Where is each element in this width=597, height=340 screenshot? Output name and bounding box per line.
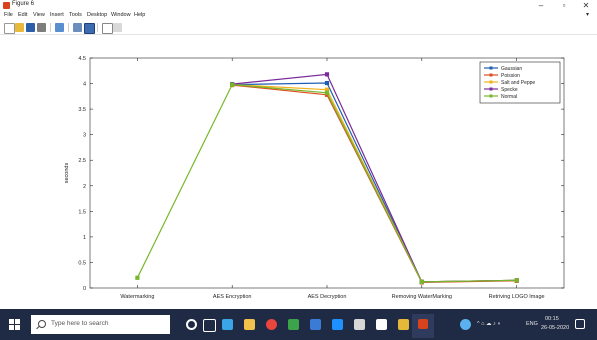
y-tick-label: 1 <box>83 235 86 241</box>
x-tick-label: Removing WaterMarking <box>392 294 452 300</box>
taskbar-search[interactable]: Type here to search <box>31 315 170 334</box>
chrome-icon[interactable] <box>266 319 277 330</box>
data-point <box>324 72 330 77</box>
file-explorer-icon[interactable] <box>244 319 255 330</box>
data-point <box>230 82 235 87</box>
legend-marker <box>489 87 493 91</box>
cortana-icon[interactable] <box>186 319 197 330</box>
window-titlebar: Figure 6 – ▫ ✕ <box>0 0 597 11</box>
matlab-figure-icon <box>3 2 10 9</box>
figure-toolbar <box>0 21 597 35</box>
data-point <box>324 90 330 95</box>
line-chart: 0 0.5 1 1.5 2 2.5 3 3.5 4 4.5 Watermarking AES Encr… <box>64 56 565 300</box>
y-tick-label: 2.5 <box>78 158 86 164</box>
search-placeholder: Type here to search <box>51 320 109 327</box>
y-axis-label: seconds <box>64 163 70 184</box>
matlab-icon <box>418 319 428 329</box>
open-folder-icon[interactable] <box>15 23 24 32</box>
close-button[interactable]: ✕ <box>577 0 595 11</box>
y-tick-label: 3.5 <box>78 107 86 113</box>
legend-label: Gaussian <box>501 66 522 72</box>
y-tick-label: 1.5 <box>78 209 86 215</box>
menu-help[interactable]: Help <box>134 12 145 18</box>
app-icon-1[interactable] <box>222 319 233 330</box>
app-icon-4[interactable] <box>332 319 343 330</box>
figure-canvas: 0 0.5 1 1.5 2 2.5 3 3.5 4 4.5 Watermarking AES Encr… <box>0 35 597 308</box>
legend-marker <box>489 80 493 84</box>
print-icon[interactable] <box>37 23 46 32</box>
y-tick-label: 4 <box>83 82 86 88</box>
menu-edit[interactable]: Edit <box>18 12 27 18</box>
y-tick-label: 4.5 <box>78 56 86 62</box>
pointer-icon[interactable] <box>102 23 113 34</box>
notification-icon[interactable] <box>575 319 585 329</box>
app-icon-2[interactable] <box>288 319 299 330</box>
menu-window[interactable]: Window <box>111 12 131 18</box>
toolbar-divider <box>68 23 69 32</box>
search-icon <box>38 320 46 328</box>
tray-icons[interactable]: ^ ⌂ ☁ ♪ ◖ <box>477 321 501 327</box>
save-icon[interactable] <box>26 23 35 32</box>
colorbar-icon[interactable] <box>73 23 82 32</box>
menu-tools[interactable]: Tools <box>69 12 82 18</box>
menu-file[interactable]: File <box>4 12 13 18</box>
menu-insert[interactable]: Insert <box>50 12 64 18</box>
data-point <box>419 279 424 284</box>
chevron-down-icon[interactable]: ▾ <box>586 11 589 18</box>
toolbar-divider <box>50 23 51 32</box>
y-tick-label: 3 <box>83 133 86 139</box>
link-plot-icon[interactable] <box>55 23 64 32</box>
weather-icon[interactable] <box>460 319 471 330</box>
app-icon-5[interactable] <box>376 319 387 330</box>
legend-label: Poission <box>501 73 520 79</box>
legend-marker <box>489 66 493 70</box>
app-icon-3[interactable] <box>310 319 321 330</box>
calculator-icon[interactable] <box>354 319 365 330</box>
menu-bar: File Edit View Insert Tools Desktop Wind… <box>0 11 597 21</box>
legend-label: Specke <box>501 87 518 93</box>
menu-desktop[interactable]: Desktop <box>87 12 107 18</box>
y-tick-label: 0 <box>83 286 86 292</box>
x-tick-label: Watermarking <box>120 294 154 300</box>
maximize-button[interactable]: ▫ <box>555 0 573 11</box>
legend-label: Salt and Peppe <box>501 80 535 86</box>
menu-view[interactable]: View <box>33 12 45 18</box>
y-tick-label: 0.5 <box>78 260 86 266</box>
legend-marker <box>489 73 493 77</box>
matlab-taskbar-button[interactable] <box>412 314 434 338</box>
plot-tools-icon[interactable] <box>113 23 122 32</box>
language-indicator[interactable]: ENG <box>526 321 538 327</box>
task-view-icon[interactable] <box>203 319 216 332</box>
windows-taskbar: Type here to search ^ ⌂ ☁ ♪ ◖ ENG 00:15 … <box>0 309 597 340</box>
data-point <box>514 278 519 283</box>
y-tick-label: 2 <box>83 184 86 190</box>
data-point <box>324 80 330 86</box>
clock-time[interactable]: 00:15 <box>545 316 559 322</box>
x-tick-label: Retriving LOGO Image <box>489 294 545 300</box>
app-icon-6[interactable] <box>398 319 409 330</box>
new-figure-icon[interactable] <box>4 23 15 34</box>
clock-date[interactable]: 26-05-2020 <box>541 325 569 331</box>
windows-start-icon[interactable] <box>9 318 21 330</box>
x-tick-label: AES Decryption <box>308 294 347 300</box>
minimize-button[interactable]: – <box>532 0 550 11</box>
legend-marker <box>489 94 493 98</box>
legend-label: Normal <box>501 94 517 100</box>
x-tick-label: AES Encryption <box>213 294 252 300</box>
toolbar-divider <box>97 23 98 32</box>
data-point <box>135 275 140 280</box>
window-title: Figure 6 <box>12 1 35 7</box>
legend-icon[interactable] <box>84 23 95 34</box>
